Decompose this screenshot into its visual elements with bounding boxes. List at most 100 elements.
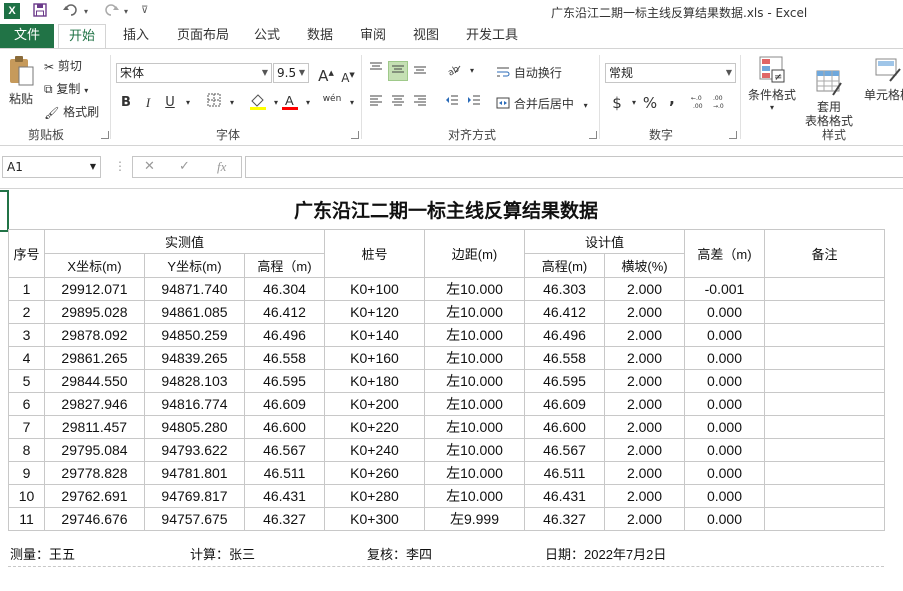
cell-remark[interactable] (764, 507, 885, 531)
number-format-combo[interactable]: 常规 ▼ (605, 63, 736, 83)
cell-remark[interactable] (764, 346, 885, 370)
cell-seq[interactable]: 3 (8, 323, 45, 347)
cell-diff[interactable]: 0.000 (684, 438, 765, 462)
cell-design-elev[interactable]: 46.558 (524, 346, 605, 370)
undo-icon[interactable] (62, 2, 80, 22)
cell-y[interactable]: 94781.801 (144, 461, 245, 485)
bold-button[interactable]: B (116, 93, 136, 113)
header-diff[interactable]: 高差（m) (684, 229, 765, 278)
tab-formulas[interactable]: 公式 (254, 24, 280, 48)
cell-elev[interactable]: 46.496 (244, 323, 325, 347)
cell-station[interactable]: K0+280 (324, 484, 425, 508)
cell-diff[interactable]: 0.000 (684, 484, 765, 508)
cell-diff[interactable]: 0.000 (684, 346, 765, 370)
cell-station[interactable]: K0+100 (324, 277, 425, 301)
cell-design-elev[interactable]: 46.327 (524, 507, 605, 531)
cell-y[interactable]: 94816.774 (144, 392, 245, 416)
header-x[interactable]: X坐标(m) (44, 253, 145, 278)
cell-offset[interactable]: 左10.000 (424, 392, 525, 416)
cell-remark[interactable] (764, 484, 885, 508)
cell-elev[interactable]: 46.558 (244, 346, 325, 370)
cell-slope[interactable]: 2.000 (604, 369, 685, 393)
enter-icon[interactable]: ✓ (179, 159, 190, 174)
cell-diff[interactable]: 0.000 (684, 415, 765, 439)
phonetic-button[interactable]: wén (322, 89, 342, 109)
number-launcher-icon[interactable] (729, 131, 737, 139)
italic-button[interactable]: I (138, 93, 158, 113)
increase-indent-button[interactable] (464, 93, 484, 113)
cell-station[interactable]: K0+160 (324, 346, 425, 370)
cell-station[interactable]: K0+260 (324, 461, 425, 485)
cell-station[interactable]: K0+180 (324, 369, 425, 393)
cell-diff[interactable]: 0.000 (684, 507, 765, 531)
cell-y[interactable]: 94839.265 (144, 346, 245, 370)
cell-x[interactable]: 29912.071 (44, 277, 145, 301)
tab-home[interactable]: 开始 (58, 24, 106, 48)
cell-remark[interactable] (764, 438, 885, 462)
header-measured[interactable]: 实测值 (44, 229, 325, 254)
font-color-button[interactable]: A (280, 93, 300, 113)
header-offset[interactable]: 边距(m) (424, 229, 525, 278)
cell-remark[interactable] (764, 300, 885, 324)
percent-button[interactable]: % (640, 93, 660, 113)
cell-x[interactable]: 29861.265 (44, 346, 145, 370)
cell-offset[interactable]: 左10.000 (424, 277, 525, 301)
cell-offset[interactable]: 左10.000 (424, 346, 525, 370)
tab-file[interactable]: 文件 (0, 24, 54, 48)
cell-slope[interactable]: 2.000 (604, 438, 685, 462)
header-seq[interactable]: 序号 (8, 229, 45, 278)
cell-station[interactable]: K0+300 (324, 507, 425, 531)
cell-diff[interactable]: -0.001 (684, 277, 765, 301)
cell-slope[interactable]: 2.000 (604, 415, 685, 439)
cell-seq[interactable]: 4 (8, 346, 45, 370)
cell-design-elev[interactable]: 46.567 (524, 438, 605, 462)
cell-seq[interactable]: 10 (8, 484, 45, 508)
cell-diff[interactable]: 0.000 (684, 369, 765, 393)
align-top-button[interactable] (366, 61, 386, 81)
formula-input[interactable] (245, 156, 903, 178)
conditional-format-button[interactable]: ≠ 条件格式 ▾ (746, 55, 798, 112)
cell-design-elev[interactable]: 46.511 (524, 461, 605, 485)
cell-x[interactable]: 29762.691 (44, 484, 145, 508)
cell-y[interactable]: 94769.817 (144, 484, 245, 508)
align-bottom-button[interactable] (410, 61, 430, 81)
cell-y[interactable]: 94861.085 (144, 300, 245, 324)
undo-dropdown-icon[interactable]: ▾ (84, 7, 88, 16)
cell-elev[interactable]: 46.567 (244, 438, 325, 462)
align-right-button[interactable] (410, 93, 430, 113)
cell-elev[interactable]: 46.595 (244, 369, 325, 393)
cell-slope[interactable]: 2.000 (604, 323, 685, 347)
cell-offset[interactable]: 左10.000 (424, 300, 525, 324)
decrease-indent-button[interactable] (442, 93, 462, 113)
decrease-decimal-button[interactable]: .00 →.0 (712, 93, 732, 113)
align-center-button[interactable] (388, 93, 408, 113)
cell-y[interactable]: 94828.103 (144, 369, 245, 393)
cell-offset[interactable]: 左9.999 (424, 507, 525, 531)
cell-elev[interactable]: 46.327 (244, 507, 325, 531)
footer-reviewer[interactable]: 复核：李四 (367, 544, 432, 563)
cell-seq[interactable]: 9 (8, 461, 45, 485)
orientation-button[interactable]: ab (444, 61, 464, 81)
cell-seq[interactable]: 5 (8, 369, 45, 393)
cell-remark[interactable] (764, 277, 885, 301)
cell-diff[interactable]: 0.000 (684, 300, 765, 324)
cell-x[interactable]: 29778.828 (44, 461, 145, 485)
cell-slope[interactable]: 2.000 (604, 507, 685, 531)
cell-offset[interactable]: 左10.000 (424, 323, 525, 347)
cell-station[interactable]: K0+220 (324, 415, 425, 439)
merge-center-button[interactable]: 合并后居中 ▾ (496, 95, 588, 113)
cell-x[interactable]: 29827.946 (44, 392, 145, 416)
cell-station[interactable]: K0+200 (324, 392, 425, 416)
font-size-combo[interactable]: 9.5 ▼ (273, 63, 309, 83)
cell-slope[interactable]: 2.000 (604, 484, 685, 508)
format-painter-button[interactable]: 🖌 格式刷 (44, 103, 99, 120)
cell-offset[interactable]: 左10.000 (424, 438, 525, 462)
header-design-elev[interactable]: 高程(m) (524, 253, 605, 278)
name-box[interactable]: A1 ▼ (2, 156, 101, 178)
cell-design-elev[interactable]: 46.431 (524, 484, 605, 508)
cell-seq[interactable]: 6 (8, 392, 45, 416)
fill-color-button[interactable] (248, 93, 268, 113)
underline-dropdown-icon[interactable]: ▾ (178, 93, 198, 113)
cell-slope[interactable]: 2.000 (604, 392, 685, 416)
cell-remark[interactable] (764, 323, 885, 347)
